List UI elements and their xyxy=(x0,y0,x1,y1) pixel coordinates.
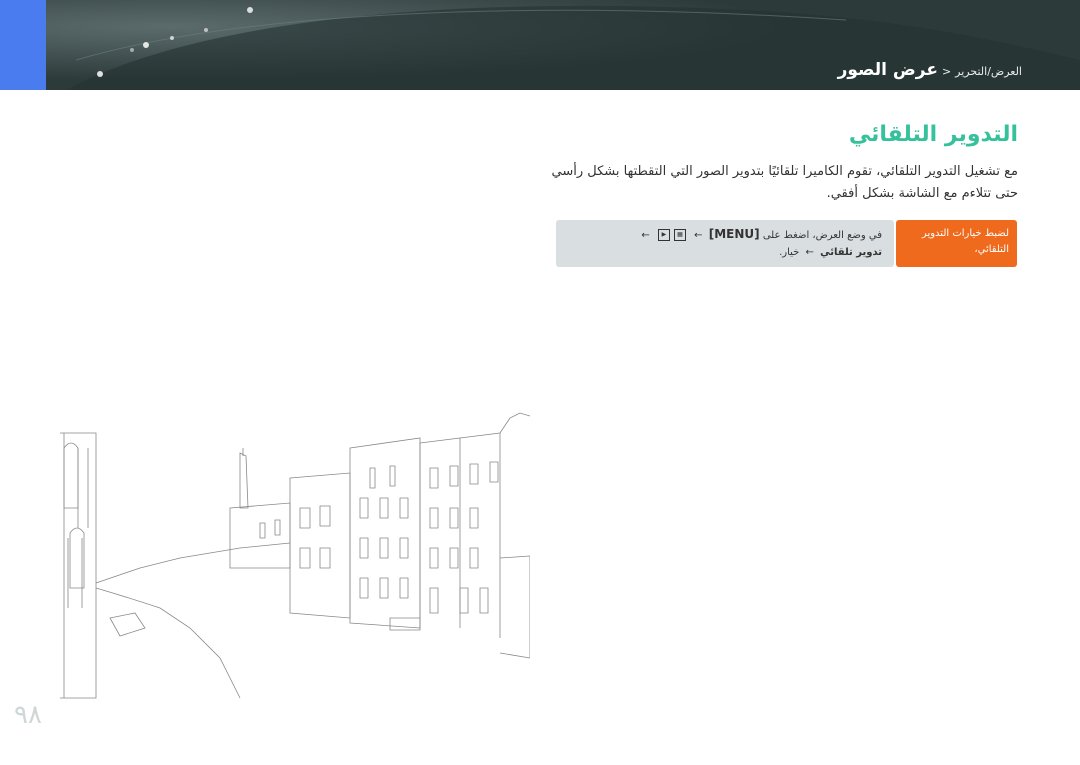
arrow-icon: ← xyxy=(805,247,814,258)
arrow-icon: ← xyxy=(641,230,650,241)
auto-rotate-option: تدوير تلقائي xyxy=(820,247,882,258)
breadcrumb-title: عرض الصور xyxy=(837,60,938,80)
instruction-body: في وضع العرض، اضغط على [MENU] ← ▦▶ ← تدو… xyxy=(556,220,894,267)
playback-icon: ▶ xyxy=(657,229,670,241)
settings-tab-icon: ▦ xyxy=(673,229,686,241)
instruction-line-1: في وضع العرض، اضغط على [MENU] ← ▦▶ ← xyxy=(568,226,882,244)
description-text: مع تشغيل التدوير التلقائي، تقوم الكاميرا… xyxy=(551,164,1018,201)
arrow-icon: ← xyxy=(694,230,703,241)
instruction-line-2: تدوير تلقائي ← خيار. xyxy=(568,244,882,261)
header-banner: العرض/التحرير<عرض الصور xyxy=(0,0,1080,90)
breadcrumb-parent[interactable]: العرض/التحرير xyxy=(955,65,1022,78)
page-title: التدوير التلقائي xyxy=(848,122,1018,147)
city-canal-illustration xyxy=(60,412,530,699)
instruction-label: لضبط خيارات التدوير التلقائي، xyxy=(896,220,1017,267)
header-accent-bar xyxy=(0,0,46,90)
breadcrumb: العرض/التحرير<عرض الصور xyxy=(838,60,1022,80)
menu-key: [MENU] xyxy=(708,227,760,241)
instruction-prefix: في وضع العرض، اضغط على xyxy=(762,230,882,241)
instruction-box: لضبط خيارات التدوير التلقائي، في وضع الع… xyxy=(556,220,1017,267)
page-number: ٩٨ xyxy=(14,700,42,730)
breadcrumb-separator: < xyxy=(941,65,952,78)
instruction-suffix: خيار. xyxy=(779,247,800,258)
